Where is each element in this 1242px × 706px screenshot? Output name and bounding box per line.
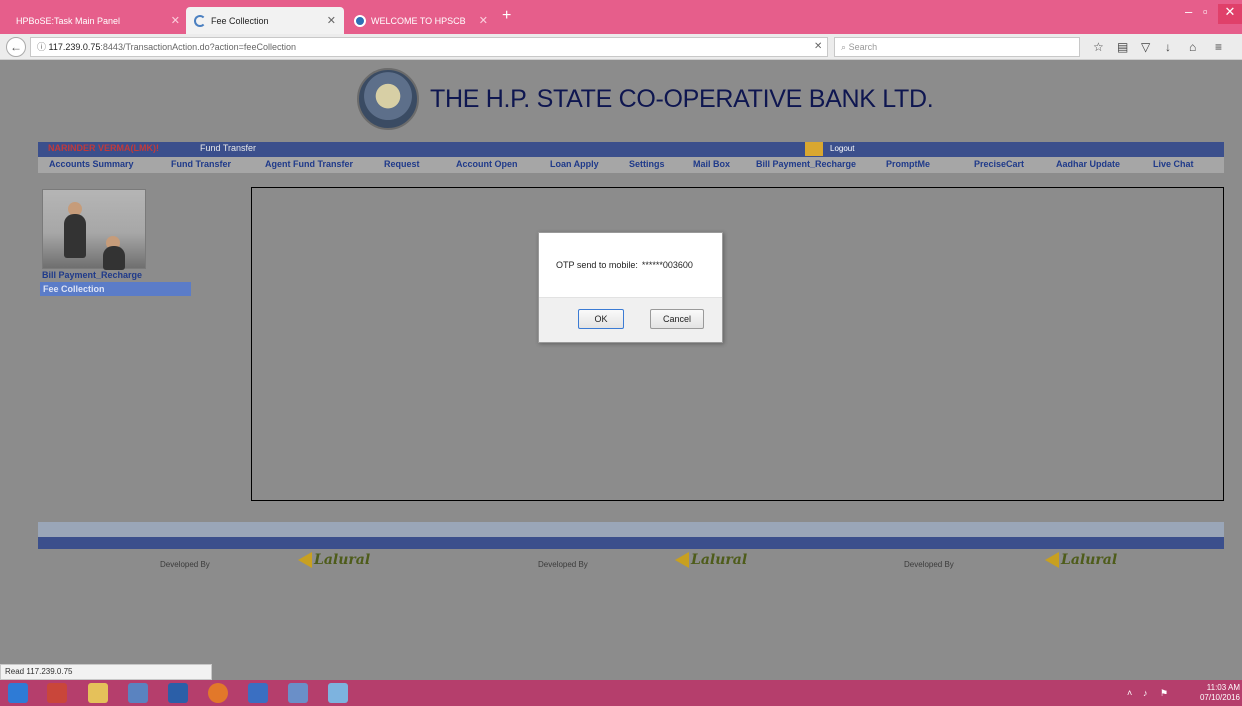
image-viewer-icon[interactable] <box>288 683 308 703</box>
vendor-name: Lalural <box>1061 552 1118 568</box>
developed-by-label: Developed By <box>160 560 210 569</box>
pocket-icon[interactable]: ▽ <box>1141 40 1150 54</box>
menu-precisecart[interactable]: PreciseCart <box>974 159 1024 169</box>
masked-mobile-number: ******003600 <box>641 260 693 270</box>
content-frame <box>251 187 1224 501</box>
tab-welcome-hpscb[interactable]: WELCOME TO HPSCB ✕ <box>346 7 496 34</box>
minimize-icon[interactable]: – <box>1185 4 1192 19</box>
user-bar: NARINDER VERMA(LMK)! Fund Transfer Logou… <box>38 142 1224 157</box>
remote-desktop-icon[interactable] <box>168 683 188 703</box>
address-bar[interactable]: ⓘ 117.239.0.75:8443/TransactionAction.do… <box>30 37 828 57</box>
bank-logo <box>357 68 419 130</box>
home-icon[interactable]: ⌂ <box>1189 40 1196 54</box>
ok-button[interactable]: OK <box>578 309 624 329</box>
search-input[interactable]: ⌕ Search <box>834 37 1080 57</box>
vendor-name: Lalural <box>314 552 371 568</box>
otp-text: OTP send to mobile: <box>556 260 638 270</box>
word-icon[interactable] <box>248 683 268 703</box>
browser-titlebar: HPBoSE:Task Main Panel ✕ Fee Collection … <box>0 0 1242 34</box>
url-host: 117.239.0.75 <box>48 42 101 52</box>
window-close-icon[interactable]: ✕ <box>1218 4 1242 24</box>
sidebar-category[interactable]: Bill Payment_Recharge <box>42 270 142 280</box>
internet-explorer-icon[interactable] <box>8 683 28 703</box>
firefox-icon[interactable] <box>208 683 228 703</box>
volume-icon[interactable]: ♪ <box>1143 688 1148 698</box>
menu-accounts-summary[interactable]: Accounts Summary <box>49 159 134 169</box>
developed-by-label: Developed By <box>904 560 954 569</box>
cancel-button[interactable]: Cancel <box>650 309 704 329</box>
browser-status-bar: Read 117.239.0.75 <box>0 664 212 680</box>
info-icon[interactable]: ⓘ <box>37 42 46 52</box>
network-icon[interactable] <box>128 683 148 703</box>
menu-bill-payment-recharge[interactable]: Bill Payment_Recharge <box>756 159 856 169</box>
developed-by-label: Developed By <box>538 560 588 569</box>
logout-link[interactable]: Logout <box>830 144 854 153</box>
back-arrow-icon[interactable]: ← <box>6 37 26 57</box>
menu-promptme[interactable]: PromptMe <box>886 159 930 169</box>
menu-fund-transfer[interactable]: Fund Transfer <box>171 159 231 169</box>
menu-mail-box[interactable]: Mail Box <box>693 159 730 169</box>
search-icon: ⌕ <box>841 42 847 52</box>
footer-bar <box>38 537 1224 549</box>
otp-message: OTP send to mobile: ******003600 <box>556 260 693 270</box>
tab-fee-collection[interactable]: Fee Collection ✕ <box>186 7 344 34</box>
menu-aadhar-update[interactable]: Aadhar Update <box>1056 159 1120 169</box>
menu-account-open[interactable]: Account Open <box>456 159 518 169</box>
dialog-button-row: OK Cancel <box>539 298 722 342</box>
sidebar-photo <box>42 189 146 270</box>
menu-request[interactable]: Request <box>384 159 420 169</box>
close-icon[interactable]: ✕ <box>479 14 488 27</box>
tab-label: HPBoSE:Task Main Panel <box>16 15 121 26</box>
home-icon[interactable] <box>805 142 823 156</box>
maximize-icon[interactable]: ▫ <box>1203 4 1208 19</box>
main-menu: Accounts Summary Fund Transfer Agent Fun… <box>38 157 1224 173</box>
vendor-logo: Lalural <box>1045 552 1117 568</box>
paint-icon[interactable] <box>47 683 67 703</box>
download-icon[interactable]: ↓ <box>1165 40 1171 54</box>
clock-date: 07/10/2016 <box>1199 693 1240 702</box>
vendor-name: Lalural <box>691 552 748 568</box>
reading-list-icon[interactable]: ▤ <box>1117 40 1128 54</box>
bookmark-star-icon[interactable]: ☆ <box>1093 40 1104 54</box>
url-path: :8443/TransactionAction.do?action=feeCol… <box>100 42 296 52</box>
username: NARINDER VERMA(LMK)! <box>48 143 159 153</box>
new-tab-button[interactable]: + <box>502 7 511 25</box>
bank-title: THE H.P. STATE CO-OPERATIVE BANK LTD. <box>430 85 934 113</box>
taskbar-clock[interactable]: 11:03 AM 07/10/2016 <box>1198 683 1242 703</box>
sidebar-item-fee-collection[interactable]: Fee Collection <box>40 282 191 296</box>
paint-palette-icon[interactable] <box>328 683 348 703</box>
menu-loan-apply[interactable]: Loan Apply <box>550 159 599 169</box>
footer-strip <box>38 522 1224 537</box>
menu-hamburger-icon[interactable]: ≡ <box>1215 40 1222 54</box>
breadcrumb: Fund Transfer <box>200 143 257 153</box>
site-icon <box>354 14 366 27</box>
flag-icon <box>675 552 689 568</box>
close-icon[interactable]: ✕ <box>171 14 180 27</box>
search-placeholder: Search <box>848 42 878 52</box>
tab-hpbose[interactable]: HPBoSE:Task Main Panel ✕ <box>8 7 188 34</box>
vendor-logo: Lalural <box>675 552 747 568</box>
page-body: THE H.P. STATE CO-OPERATIVE BANK LTD. NA… <box>0 61 1242 660</box>
flag-icon[interactable]: ⚑ <box>1160 688 1168 699</box>
clear-url-icon[interactable]: ✕ <box>814 41 822 52</box>
clock-time: 11:03 AM <box>1206 683 1240 692</box>
flag-icon <box>298 552 312 568</box>
vendor-logo: Lalural <box>298 552 370 568</box>
menu-agent-fund-transfer[interactable]: Agent Fund Transfer <box>265 159 353 169</box>
photo-figure <box>103 246 125 270</box>
chevron-up-icon[interactable]: ˄ <box>1127 688 1132 698</box>
tab-label: Fee Collection <box>211 15 269 26</box>
photo-figure <box>64 214 86 258</box>
menu-live-chat[interactable]: Live Chat <box>1153 159 1194 169</box>
browser-navbar: ← ⓘ 117.239.0.75:8443/TransactionAction.… <box>0 34 1242 60</box>
close-icon[interactable]: ✕ <box>327 14 336 27</box>
otp-dialog: OTP send to mobile: ******003600 OK Cance… <box>538 232 723 343</box>
loading-icon <box>194 14 206 27</box>
flag-icon <box>1045 552 1059 568</box>
file-explorer-icon[interactable] <box>88 683 108 703</box>
tab-label: WELCOME TO HPSCB <box>371 15 466 26</box>
windows-taskbar: ˄ ♪ ⚑ 11:03 AM 07/10/2016 <box>0 680 1242 706</box>
menu-settings[interactable]: Settings <box>629 159 665 169</box>
